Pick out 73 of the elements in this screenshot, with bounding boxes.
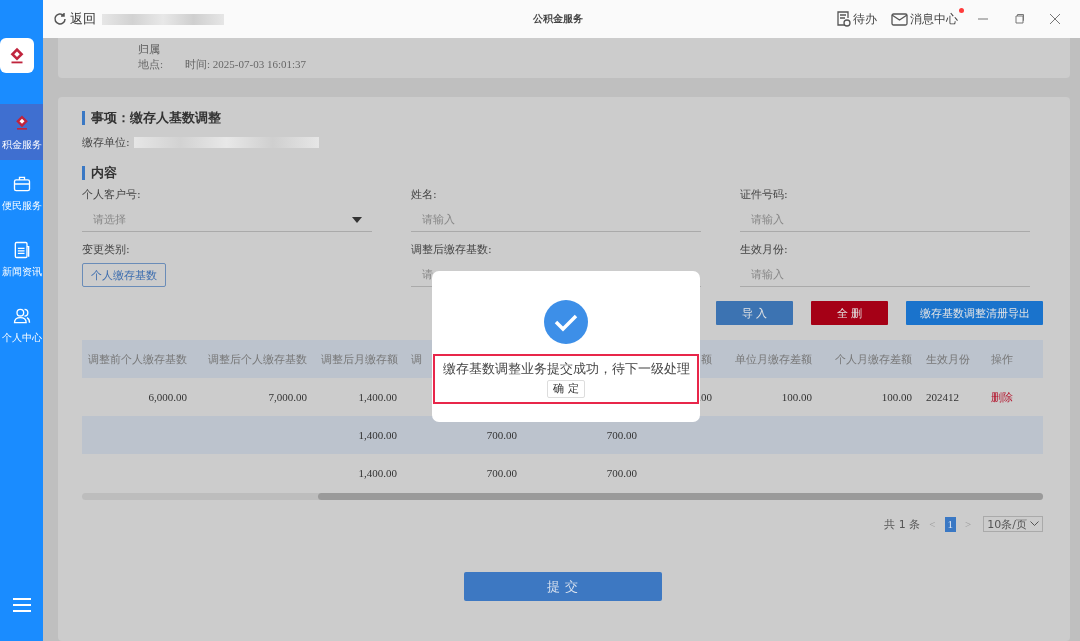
column-header: 调整后个人缴存基数 — [208, 352, 307, 366]
field-label: 变更类别: — [82, 242, 131, 257]
table-cell: 700.00 — [486, 429, 517, 441]
field-label: 姓名: — [411, 187, 438, 202]
table-cell: 700.00 — [606, 429, 637, 441]
column-header: 生效月份 — [926, 352, 970, 366]
record-time: 时间: 2025-07-03 16:01:37 — [185, 56, 307, 72]
document-clock-icon — [836, 11, 851, 27]
check-circle-icon — [544, 300, 588, 344]
delete-link[interactable]: 删除 — [991, 390, 1013, 404]
column-header: 操作 — [991, 352, 1013, 366]
select-field[interactable]: 请选择 — [82, 208, 372, 232]
chevron-down-icon — [1030, 521, 1039, 527]
total-count: 共 1 条 — [884, 516, 921, 532]
input-field[interactable]: 请输入 — [740, 263, 1030, 287]
action-button[interactable]: 全 删 — [811, 301, 888, 325]
field-label: 个人客户号: — [82, 187, 142, 202]
mail-icon — [891, 12, 908, 26]
table-cell: 1,400.00 — [358, 467, 397, 479]
table-cell: 202412 — [926, 391, 959, 403]
field-label: 调整后缴存基数: — [411, 242, 493, 257]
table-cell: 6,000.00 — [148, 391, 187, 403]
confirm-button[interactable]: 确 定 — [547, 379, 585, 398]
input-field[interactable]: 请输入 — [740, 208, 1030, 232]
horizontal-scrollbar[interactable] — [82, 493, 1043, 500]
column-header: 额 — [701, 352, 712, 366]
close-icon — [1050, 14, 1060, 24]
sidebar-item[interactable]: 新闻资讯 — [0, 226, 43, 292]
table-cell: 1,400.00 — [358, 391, 397, 403]
sidebar-item[interactable]: 积金服务 — [0, 104, 43, 160]
action-button[interactable]: 缴存基数调整清册导出 — [906, 301, 1043, 325]
back-button[interactable]: 返回 — [53, 10, 96, 28]
page-size-select[interactable]: 10条/页 — [983, 516, 1043, 532]
dropdown-caret-icon — [352, 216, 362, 223]
restore-icon — [1014, 14, 1024, 24]
table-cell: 1,400.00 — [358, 429, 397, 441]
column-header: 调整后月缴存额 — [321, 352, 398, 366]
app-logo — [0, 38, 34, 73]
column-header: 调 — [411, 352, 422, 366]
page-button[interactable]: 1 — [944, 516, 957, 532]
table-cell: .00 — [698, 391, 712, 403]
dialog-message: 缴存基数调整业务提交成功，待下一级处理 — [442, 360, 690, 378]
submit-button[interactable]: 提 交 — [463, 572, 662, 601]
table-cell: 700.00 — [486, 467, 517, 479]
field-label: 证件号码: — [740, 187, 789, 202]
section-title: 事项：缴存人基数调整 — [82, 111, 1043, 125]
record-heading: 归属 — [138, 44, 161, 55]
sidebar-item[interactable]: 个人中心 — [0, 292, 43, 358]
table-cell: 100.00 — [781, 391, 812, 403]
refresh-icon — [53, 12, 67, 26]
category-tag[interactable]: 个人缴存基数 — [82, 263, 166, 287]
sidebar-label: 新闻资讯 — [1, 264, 42, 279]
table-cell: 700.00 — [606, 467, 637, 479]
column-header: 单位月缴存差额 — [735, 352, 812, 366]
menu-icon[interactable] — [11, 597, 32, 613]
table-cell: 7,000.00 — [268, 391, 307, 403]
action-button[interactable]: 导 入 — [716, 301, 793, 325]
sidebar-label: 便民服务 — [1, 198, 42, 213]
todo-button[interactable]: 待办 — [832, 10, 881, 28]
column-header: 个人月缴存差额 — [835, 352, 912, 366]
sidebar-label: 个人中心 — [1, 330, 42, 345]
unit-label: 缴存单位: — [82, 135, 130, 150]
column-header: 调整前个人缴存基数 — [88, 352, 187, 366]
minimize-icon — [978, 18, 988, 20]
sidebar-item[interactable]: 便民服务 — [0, 160, 43, 226]
section-title: 内容 — [82, 166, 1043, 180]
window-title: 公积金服务 — [533, 13, 583, 24]
field-label: 生效月份: — [740, 242, 789, 257]
place-label: 地点: — [138, 56, 164, 72]
input-field[interactable]: 请输入 — [411, 208, 701, 232]
table-cell: 100.00 — [881, 391, 912, 403]
messages-button[interactable]: 消息中心 — [887, 10, 962, 28]
sidebar-label: 积金服务 — [1, 137, 42, 152]
